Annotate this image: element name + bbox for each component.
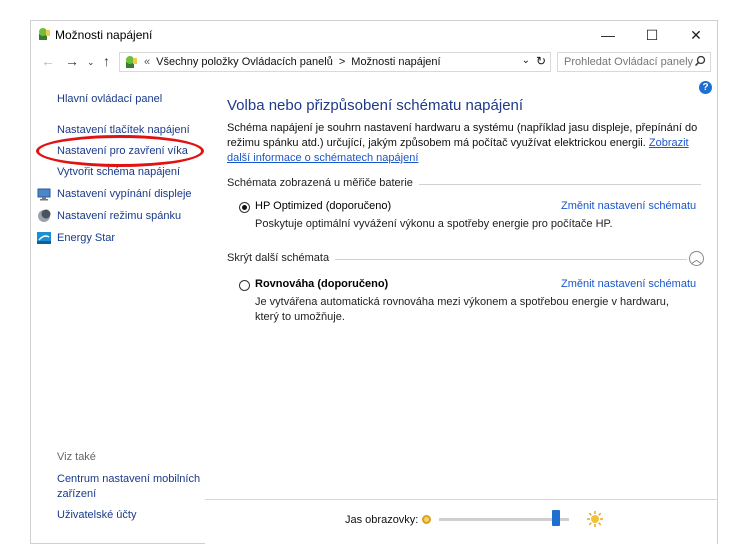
minimize-button[interactable]: —: [587, 21, 629, 49]
sidebar-item-label: Energy Star: [57, 232, 116, 244]
breadcrumb-all-items[interactable]: Všechny položky Ovládacích panelů: [156, 56, 333, 68]
maximize-icon: ☐: [645, 26, 659, 43]
search-icon[interactable]: [694, 55, 706, 70]
plan-hp-optimized: HP Optimized (doporučeno) Změnit nastave…: [239, 200, 709, 240]
brightness-high-sun-icon: [587, 511, 603, 530]
power-options-icon: [37, 27, 51, 41]
back-arrow-icon[interactable]: ←: [41, 53, 55, 69]
window-title: Možnosti napájení: [55, 28, 153, 42]
close-button[interactable]: ✕: [675, 21, 717, 49]
refresh-icon[interactable]: ↻: [536, 54, 546, 68]
sidebar-home-link[interactable]: Hlavní ovládací panel: [57, 93, 162, 105]
breadcrumb-separator: >: [338, 56, 346, 68]
page-description: Schéma napájení je souhrn nastavení hard…: [227, 121, 709, 166]
plan-balanced-radio[interactable]: [239, 280, 250, 291]
sidebar-item-display-off[interactable]: Nastavení vypínání displeje: [37, 187, 192, 201]
recent-locations-chevron-icon[interactable]: ⌄: [87, 57, 95, 68]
brightness-label: Jas obrazovky:: [345, 514, 419, 526]
collapse-chevron-up-icon[interactable]: ︿: [689, 251, 704, 266]
search-input[interactable]: Prohledat Ovládací panely: [557, 52, 711, 72]
see-also-mobility-center[interactable]: Centrum nastavení mobilních zařízení: [57, 472, 207, 502]
control-panel-window: Možnosti napájení — ☐ ✕ ← → ⌄ ↑ « Všechn…: [30, 20, 718, 544]
sidebar-item-label: Nastavení vypínání displeje: [57, 188, 192, 200]
minimize-icon: —: [601, 27, 615, 43]
brightness-slider-thumb[interactable]: [552, 510, 560, 526]
plan-hp-radio[interactable]: [239, 202, 250, 213]
energy-star-icon: [37, 231, 51, 245]
navigation-bar: ← → ⌄ ↑ « Všechny položky Ovládacích pan…: [31, 49, 717, 77]
forward-arrow-icon[interactable]: →: [65, 53, 79, 69]
breadcrumb-power-options[interactable]: Možnosti napájení: [351, 56, 440, 68]
plan-balanced-description: Je vytvářena automatická rovnováha mezi …: [255, 296, 669, 323]
maximize-button[interactable]: ☐: [631, 21, 673, 49]
plan-balanced-name: Rovnováha (doporučeno): [255, 278, 389, 290]
sidebar-item-energy-star[interactable]: Energy Star: [37, 231, 115, 245]
brightness-slider-track[interactable]: [439, 518, 569, 521]
red-highlight-circle: [36, 135, 204, 167]
page-title: Volba nebo přizpůsobení schématu napájen…: [227, 97, 524, 114]
help-icon[interactable]: ?: [699, 81, 712, 94]
address-power-icon: [124, 55, 138, 69]
address-dropdown-chevron-icon[interactable]: ⌄: [522, 55, 530, 66]
brightness-bar: Jas obrazovky:: [205, 499, 717, 544]
up-arrow-icon[interactable]: ↑: [103, 53, 110, 69]
sidebar-item-label: Nastavení režimu spánku: [57, 210, 182, 222]
plan-balanced: Rovnováha (doporučeno) Změnit nastavení …: [239, 278, 709, 328]
monitor-icon: [37, 187, 51, 201]
address-prefix: «: [144, 56, 151, 68]
brightness-low-sun-icon: [421, 514, 432, 528]
title-bar: Možnosti napájení — ☐ ✕: [31, 21, 717, 49]
plan-hp-name: HP Optimized (doporučeno): [255, 200, 392, 212]
plan-balanced-change-settings-link[interactable]: Změnit nastavení schématu: [561, 278, 696, 290]
section-battery-meter-plans: Schémata zobrazená u měřiče baterie: [227, 177, 419, 189]
sidebar-link-create-plan[interactable]: Vytvořit schéma napájení: [57, 166, 180, 178]
sidebar-item-sleep[interactable]: Nastavení režimu spánku: [37, 209, 181, 223]
see-also-user-accounts[interactable]: Uživatelské účty: [57, 509, 136, 521]
moon-icon: [37, 209, 51, 223]
plan-hp-description: Poskytuje optimální vyvážení výkonu a sp…: [255, 218, 613, 230]
see-also-heading: Viz také: [57, 451, 96, 463]
address-bar[interactable]: « Všechny položky Ovládacích panelů > Mo…: [119, 52, 551, 72]
plan-hp-change-settings-link[interactable]: Změnit nastavení schématu: [561, 200, 696, 212]
description-text: Schéma napájení je souhrn nastavení hard…: [227, 122, 698, 149]
close-icon: ✕: [690, 26, 702, 43]
section-hide-other-plans: Skrýt další schémata: [227, 252, 336, 264]
search-placeholder: Prohledat Ovládací panely: [564, 56, 694, 68]
